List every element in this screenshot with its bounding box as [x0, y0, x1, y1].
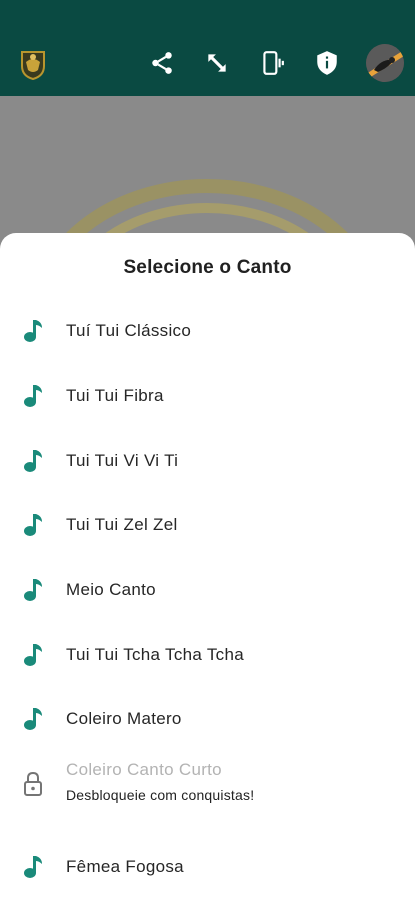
song-item[interactable]: Tui Tui Vi Vi Ti	[0, 433, 415, 489]
sheet-title: Selecione o Canto	[123, 257, 292, 278]
music-note-icon	[22, 383, 44, 409]
lock-icon	[22, 771, 44, 797]
shield-info-icon[interactable]	[314, 50, 340, 76]
music-note-icon	[22, 854, 44, 880]
song-item-label: Fêmea Fogosa	[66, 857, 184, 876]
bottom-sheet: Selecione o Canto Tuí Tui Clássico Tui Tu…	[0, 233, 415, 900]
song-item-label: Coleiro Matero	[66, 709, 182, 728]
song-item-label: Tui Tui Tcha Tcha Tcha	[66, 645, 244, 664]
music-note-icon	[22, 706, 44, 732]
song-item[interactable]: Coleiro Matero	[0, 691, 415, 747]
music-note-icon	[22, 642, 44, 668]
music-note-icon	[22, 577, 44, 603]
music-note-icon	[22, 318, 44, 344]
song-item[interactable]: Fêmea Fogosa	[0, 839, 415, 895]
song-item-label: Coleiro Canto Curto	[66, 760, 222, 779]
song-item-label: Meio Canto	[66, 580, 156, 599]
background-emblem-icon	[63, 179, 351, 236]
vibrate-phone-icon[interactable]	[259, 50, 285, 76]
music-note-icon	[22, 512, 44, 538]
song-item: Coleiro Canto Curto Desbloqueie com conqu…	[0, 756, 415, 812]
song-item-subtitle: Desbloqueie com conquistas!	[66, 787, 255, 803]
avatar[interactable]	[366, 44, 404, 82]
song-item-label: Tuí Tui Clássico	[66, 321, 192, 340]
logo-icon[interactable]	[19, 48, 47, 80]
song-item-label: Tui Tui Fibra	[66, 386, 164, 405]
song-item[interactable]: Tui Tui Tcha Tcha Tcha	[0, 627, 415, 683]
music-note-icon	[22, 448, 44, 474]
expand-icon[interactable]	[204, 50, 230, 76]
song-item-label: Tui Tui Vi Vi Ti	[66, 451, 179, 470]
song-item-label: Tui Tui Zel Zel	[66, 515, 178, 534]
song-item[interactable]: Tui Tui Zel Zel	[0, 497, 415, 553]
share-icon[interactable]	[149, 50, 175, 76]
app-bar	[0, 0, 415, 96]
song-item[interactable]: Tui Tui Fibra	[0, 368, 415, 424]
song-item[interactable]: Tuí Tui Clássico	[0, 303, 415, 359]
song-item[interactable]: Meio Canto	[0, 562, 415, 618]
